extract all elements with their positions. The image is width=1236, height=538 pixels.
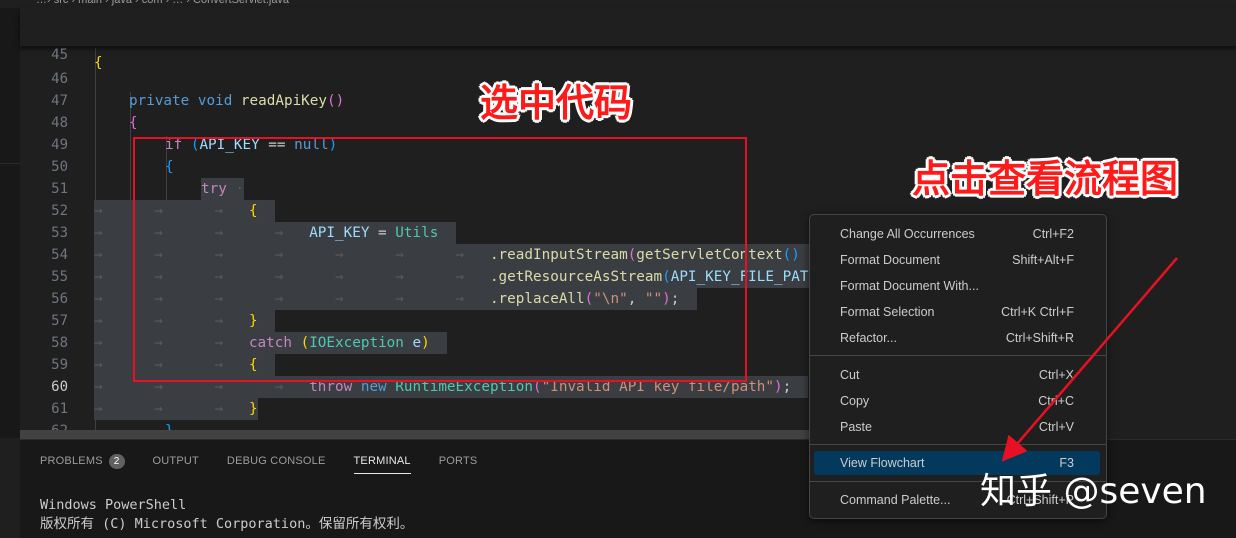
annotation-select-code: 选中代码	[480, 81, 633, 125]
panel-tabs: PROBLEMS 2 OUTPUT DEBUG CONSOLE TERMINAL …	[40, 454, 505, 474]
menu-separator	[810, 355, 1106, 356]
menu-item-paste[interactable]: Paste Ctrl+V	[814, 415, 1100, 439]
tab-problems[interactable]: PROBLEMS 2	[40, 454, 125, 476]
selection-highlight-box	[133, 137, 747, 382]
tab-ports[interactable]: PORTS	[439, 454, 478, 476]
sticky-line[interactable]: 45	[20, 28, 1236, 63]
menu-item-format-selection[interactable]: Format Selection Ctrl+K Ctrl+F	[814, 300, 1100, 324]
menu-item-cut[interactable]: Cut Ctrl+X	[814, 363, 1100, 387]
menu-item-format-document[interactable]: Format Document Shift+Alt+F	[814, 248, 1100, 272]
terminal-line: 版权所有 (C) Microsoft Corporation。保留所有权利。	[40, 516, 414, 532]
activity-bar-edge	[0, 8, 20, 438]
tab-terminal[interactable]: TERMINAL	[353, 454, 411, 476]
menu-separator	[810, 444, 1106, 445]
code-line[interactable]: 46 private void readApiKey()	[20, 46, 1236, 109]
terminal-output[interactable]: Windows PowerShell 版权所有 (C) Microsoft Co…	[40, 496, 413, 534]
terminal-line: Windows PowerShell	[40, 497, 187, 513]
annotation-click-flowchart: 点击查看流程图	[912, 157, 1179, 201]
problems-count-badge: 2	[108, 454, 125, 469]
sticky-line[interactable]: 30 {	[20, 8, 1236, 71]
watermark: 知乎 @seven	[980, 471, 1207, 512]
menu-item-copy[interactable]: Copy Ctrl+C	[814, 389, 1100, 413]
menu-item-format-document-with[interactable]: Format Document With...	[814, 274, 1100, 298]
tab-debug-console[interactable]: DEBUG CONSOLE	[227, 454, 326, 476]
breadcrumb[interactable]: …› src › main › java › com › … › Convert…	[0, 0, 1236, 8]
menu-item-refactor[interactable]: Refactor... Ctrl+Shift+R	[814, 326, 1100, 350]
horizontal-scrollbar[interactable]	[20, 430, 810, 439]
line-number: 45	[51, 47, 68, 63]
menu-item-change-all-occurrences[interactable]: Change All Occurrences Ctrl+F2	[814, 222, 1100, 246]
code-text: {	[94, 55, 103, 71]
tab-output[interactable]: OUTPUT	[153, 454, 199, 476]
